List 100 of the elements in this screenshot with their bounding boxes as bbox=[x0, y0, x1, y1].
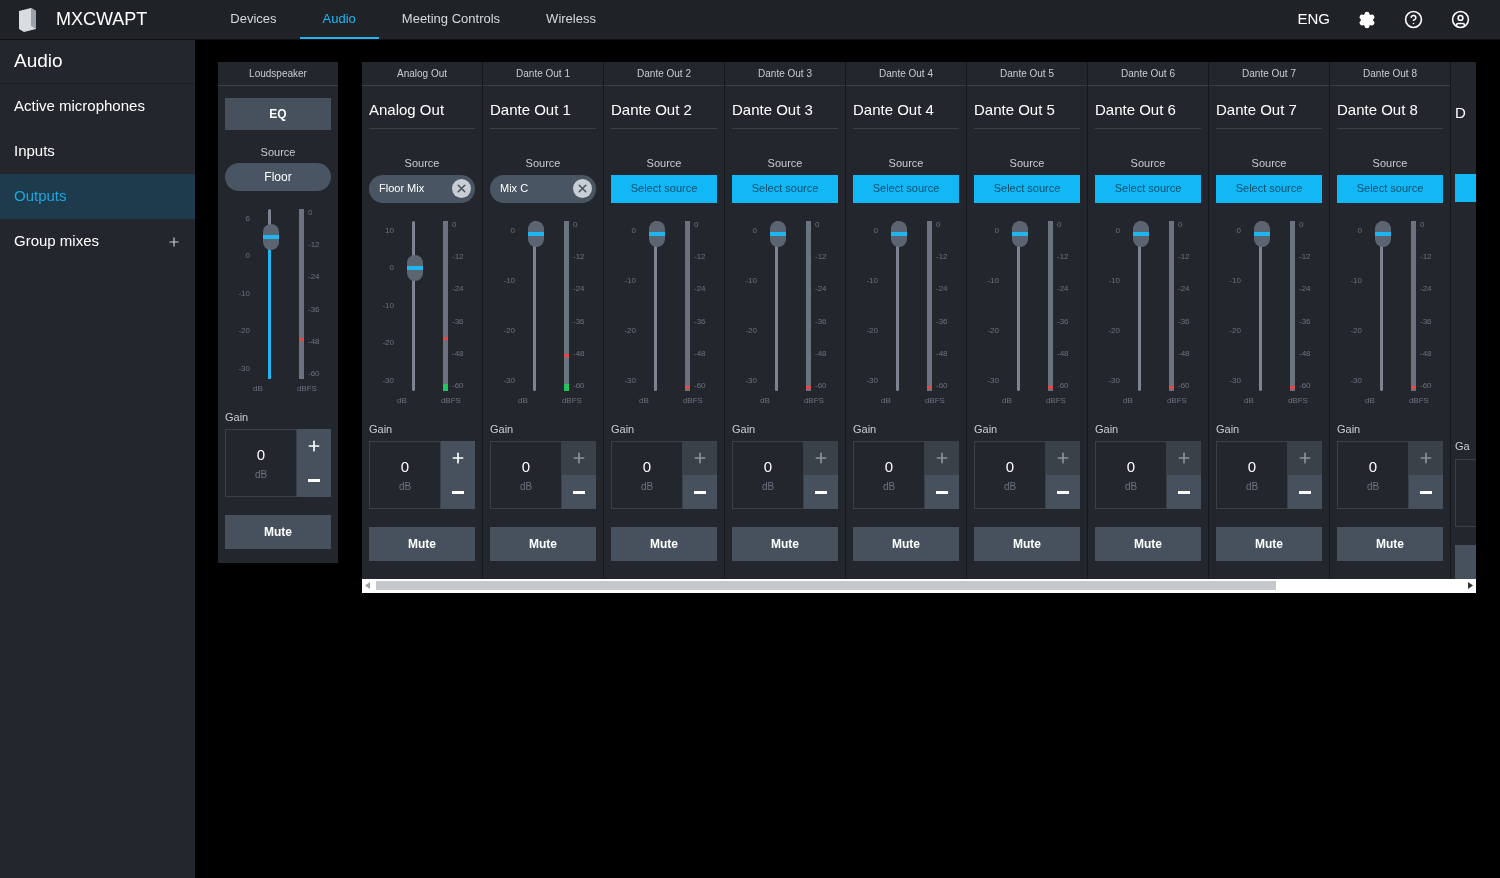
gain-field[interactable]: 0 dB bbox=[611, 441, 683, 509]
gain-unit: dB bbox=[1245, 481, 1259, 492]
gain-field[interactable]: 0 dB bbox=[1337, 441, 1409, 509]
help-icon[interactable] bbox=[1404, 10, 1423, 29]
select-source-button[interactable]: Select source bbox=[611, 174, 717, 203]
decrease-button[interactable] bbox=[804, 475, 838, 509]
scale-label: -60 bbox=[815, 382, 828, 391]
strip-header: Loudspeaker bbox=[249, 67, 307, 81]
sidebar-item[interactable]: Inputs bbox=[0, 129, 195, 174]
gain-field[interactable]: 0 dB bbox=[1095, 441, 1167, 509]
select-source-button[interactable]: Select source bbox=[1216, 174, 1322, 203]
user-icon[interactable] bbox=[1451, 10, 1470, 29]
fader-thumb[interactable] bbox=[527, 221, 544, 248]
decrease-button[interactable] bbox=[683, 475, 717, 509]
device-logo-icon bbox=[16, 6, 38, 33]
gain-field[interactable]: 0 dB bbox=[369, 441, 441, 509]
scale-label: -48 bbox=[1178, 350, 1191, 359]
fader-thumb[interactable] bbox=[1132, 221, 1149, 248]
mute-button[interactable]: Mute bbox=[611, 527, 717, 561]
gain-field[interactable]: 0 dB bbox=[1216, 441, 1288, 509]
nav-tab[interactable]: Wireless bbox=[523, 0, 619, 39]
sidebar-item[interactable]: Group mixes bbox=[0, 219, 195, 264]
mute-button[interactable]: Mute bbox=[853, 527, 959, 561]
select-source-button[interactable]: Select source bbox=[1095, 174, 1201, 203]
clear-icon[interactable] bbox=[573, 179, 592, 198]
scale-label: -36 bbox=[308, 305, 321, 314]
sidebar-item[interactable]: Outputs bbox=[0, 174, 195, 219]
settings-icon[interactable] bbox=[1358, 10, 1376, 29]
source-name: Mix C bbox=[500, 181, 529, 197]
scale-label: -36 bbox=[694, 317, 707, 326]
decrease-button[interactable] bbox=[297, 463, 331, 497]
add-icon[interactable] bbox=[167, 234, 181, 249]
decrease-button[interactable] bbox=[441, 475, 475, 509]
gain-field[interactable]: 0 dB bbox=[225, 429, 297, 497]
fader-thumb[interactable] bbox=[1253, 221, 1270, 248]
mute-button[interactable]: Mute bbox=[225, 515, 331, 549]
decrease-button[interactable] bbox=[1288, 475, 1322, 509]
decrease-button[interactable] bbox=[1409, 475, 1443, 509]
eq-button[interactable]: EQ bbox=[225, 98, 331, 130]
increase-button[interactable] bbox=[297, 429, 331, 463]
strip-header: Dante Out 2 bbox=[637, 67, 691, 81]
scale-label: 6 bbox=[245, 214, 250, 223]
clear-icon[interactable] bbox=[452, 179, 471, 198]
nav-tab[interactable]: Devices bbox=[207, 0, 300, 39]
gain-value: 0 bbox=[400, 458, 410, 474]
source-chip[interactable]: Floor Mix bbox=[369, 174, 475, 203]
source-label: Source bbox=[404, 156, 440, 171]
scroll-right-icon[interactable] bbox=[1468, 582, 1473, 589]
scale-label: -12 bbox=[694, 252, 707, 261]
mute-button[interactable]: Mute bbox=[369, 527, 475, 561]
strip-header: Dante Out 4 bbox=[879, 67, 933, 81]
scale-label: -36 bbox=[1420, 317, 1433, 326]
increase-button[interactable] bbox=[441, 441, 475, 475]
gain-label: Gain bbox=[974, 421, 999, 437]
mute-button[interactable]: Mute bbox=[732, 527, 838, 561]
decrease-button[interactable] bbox=[925, 475, 959, 509]
fader-thumb[interactable] bbox=[769, 221, 786, 248]
fader-thumb[interactable] bbox=[890, 221, 907, 248]
mute-button[interactable]: Mute bbox=[490, 527, 596, 561]
gain-label: Gain bbox=[490, 421, 515, 437]
gain-field[interactable]: 0 dB bbox=[974, 441, 1046, 509]
decrease-button[interactable] bbox=[1046, 475, 1080, 509]
scale-label: -48 bbox=[1420, 350, 1433, 359]
sidebar-item[interactable]: Active microphones bbox=[0, 84, 195, 129]
nav-tab[interactable]: Audio bbox=[299, 0, 379, 39]
select-source-button[interactable]: Select source bbox=[732, 174, 838, 203]
scale-label: -12 bbox=[815, 252, 828, 261]
gain-label: Gain bbox=[225, 409, 250, 425]
mute-button[interactable]: Mute bbox=[974, 527, 1080, 561]
sidebar-label: Active microphones bbox=[14, 96, 145, 117]
decrease-button[interactable] bbox=[1167, 475, 1201, 509]
fader-thumb[interactable] bbox=[1011, 221, 1028, 248]
scale-label: -60 bbox=[1178, 382, 1191, 391]
minus-icon bbox=[936, 490, 948, 494]
fader-thumb[interactable] bbox=[1374, 221, 1391, 248]
source-chip[interactable]: Mix C bbox=[490, 174, 596, 203]
select-source-button[interactable]: Select source bbox=[974, 174, 1080, 203]
plus-icon bbox=[692, 450, 708, 466]
select-source-button[interactable]: Select source bbox=[1337, 174, 1443, 203]
fader-thumb[interactable] bbox=[262, 224, 279, 251]
gain-field[interactable]: 0 dB bbox=[732, 441, 804, 509]
strip-title: Dante Out 8 bbox=[1337, 101, 1418, 118]
mute-button[interactable]: Mute bbox=[1095, 527, 1201, 561]
gain-field[interactable]: 0 dB bbox=[853, 441, 925, 509]
nav-tab[interactable]: Meeting Controls bbox=[378, 0, 524, 39]
strip-header: Dante Out 3 bbox=[758, 67, 812, 81]
mute-button[interactable]: Mute bbox=[1337, 527, 1443, 561]
gain-field[interactable]: 0 dB bbox=[490, 441, 562, 509]
fader-thumb[interactable] bbox=[648, 221, 665, 248]
strip-title: Dante Out 5 bbox=[974, 101, 1055, 118]
language-selector[interactable]: ENG bbox=[1297, 8, 1330, 31]
scale-label: -12 bbox=[1178, 252, 1191, 261]
source-label: Source bbox=[1251, 156, 1287, 171]
decrease-button[interactable] bbox=[562, 475, 596, 509]
mute-button[interactable]: Mute bbox=[1216, 527, 1322, 561]
fader-thumb[interactable] bbox=[406, 255, 423, 282]
select-source-button[interactable]: Select source bbox=[853, 174, 959, 203]
source-pill[interactable]: Floor bbox=[225, 162, 331, 191]
strip-header: Analog Out bbox=[396, 67, 447, 81]
gain-label: Gain bbox=[369, 421, 394, 437]
